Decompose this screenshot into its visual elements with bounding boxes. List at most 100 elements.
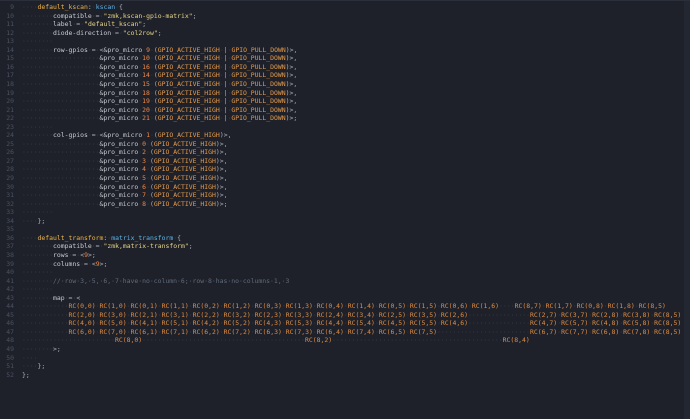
whitespace-marker: ···················· — [22, 105, 100, 114]
whitespace-marker: ···················· — [22, 174, 100, 182]
code-line[interactable]: 42 ········ — [0, 285, 690, 294]
whitespace-marker: ········ — [22, 259, 54, 268]
code-token: RC(5,3) — [285, 319, 313, 328]
code-line[interactable]: 21 ····················&pro_micro·20·(GPI… — [0, 106, 690, 115]
code-line[interactable]: 15 ····················&pro_micro·10·(GPI… — [0, 54, 690, 63]
code-token: >; — [53, 345, 61, 353]
code-line[interactable]: 52}; — [0, 371, 690, 380]
code-line[interactable]: 23 ········ — [0, 123, 690, 132]
code-token: GPIO_PULL_DOWN — [231, 105, 286, 114]
code-line[interactable]: 31 ····················&pro_micro·7·(GPIO… — [0, 191, 690, 200]
code-line[interactable]: 18 ····················&pro_micro·15·(GPI… — [0, 80, 690, 89]
whitespace-marker: ···················· — [22, 182, 100, 191]
code-line[interactable]: 51 ····}; — [0, 362, 690, 371]
code-token: RC(6,3) — [254, 327, 282, 336]
code-line[interactable]: 39 ········columns·=·<9>; — [0, 260, 690, 269]
code-line[interactable]: 19 ····················&pro_micro·18·(GPI… — [0, 89, 690, 98]
code-token: RC(5,7) — [561, 319, 589, 328]
code-editor[interactable]: 9 ····default_kscan:·kscan·{10 ········com… — [0, 0, 690, 419]
code-token: GPIO_PULL_DOWN — [231, 54, 286, 63]
code-line[interactable]: 41 ········//·row·3,·5,·6,·7·have·no·colu… — [0, 277, 690, 286]
code-token: RC(2,3) — [254, 310, 282, 319]
code-line[interactable]: 47 ············RC(6,0)·RC(7,0)·RC(6,1)·RC… — [0, 328, 690, 337]
code-line[interactable]: 48 ························RC(8,0)·······… — [0, 336, 690, 345]
code-token: matrix_transform — [111, 233, 174, 242]
code-token: GPIO_PULL_DOWN — [231, 71, 286, 80]
code-line[interactable]: 13 ········ — [0, 37, 690, 46]
code-token: RC(4,2) — [192, 319, 220, 328]
whitespace-marker: ········ — [22, 11, 54, 20]
code-token: GPIO_ACTIVE_HIGH — [153, 174, 216, 182]
code-token: GPIO_PULL_DOWN — [231, 88, 286, 97]
code-token: GPIO_ACTIVE_HIGH — [157, 105, 220, 114]
code-text: ····················&pro_micro·3·(GPIO_A… — [22, 157, 228, 166]
code-line[interactable]: 10 ········compatible·=·"zmk,kscan-gpio-m… — [0, 12, 690, 21]
whitespace-marker: ········ — [22, 208, 54, 217]
code-token: }; — [37, 362, 46, 371]
code-line[interactable]: 46 ············RC(4,0)·RC(5,0)·RC(4,1)·RC… — [0, 319, 690, 328]
code-line[interactable]: 29 ····················&pro_micro·5·(GPIO… — [0, 174, 690, 183]
whitespace-marker: ········ — [22, 131, 54, 140]
line-number: 15 — [6, 54, 14, 63]
code-line[interactable]: 20 ····················&pro_micro·19·(GPI… — [0, 97, 690, 106]
code-line[interactable]: 44 ············RC(0,0)·RC(1,0)·RC(0,1)·RC… — [0, 302, 690, 311]
code-line[interactable]: 49 ········>; — [0, 345, 690, 354]
code-token: >; — [87, 250, 96, 259]
whitespace-marker: ········ — [22, 37, 54, 46]
code-line[interactable]: 33 ········ — [0, 208, 690, 217]
whitespace-marker: ········ — [22, 28, 54, 37]
line-number: 12 — [6, 28, 14, 37]
code-line[interactable]: 17 ····················&pro_micro·14·(GPI… — [0, 71, 690, 80]
code-token: )>, — [285, 79, 298, 88]
code-line[interactable]: 27 ····················&pro_micro·3·(GPIO… — [0, 157, 690, 166]
line-number: 26 — [6, 148, 14, 157]
code-line[interactable]: 50 ···· — [0, 354, 690, 363]
code-line[interactable]: 45 ············RC(2,0)·RC(3,0)·RC(2,1)·RC… — [0, 311, 690, 320]
code-line[interactable]: 40 ········ — [0, 268, 690, 277]
code-line[interactable]: 38 ········rows·=·<9>; — [0, 251, 690, 260]
code-line[interactable]: 12 ········diode-direction·=·"col2row"; — [0, 29, 690, 38]
code-text: ····················&pro_micro·20·(GPIO_… — [22, 106, 297, 115]
code-line[interactable]: 24 ········col-gpios·=·<&pro_micro·1·(GPI… — [0, 131, 690, 140]
code-line[interactable]: 37 ········compatible·=·"zmk,matrix-trans… — [0, 242, 690, 251]
line-number: 48 — [6, 336, 14, 345]
code-text: ········label·=·"default_kscan"; — [22, 20, 146, 29]
code-line[interactable]: 25 ····················&pro_micro·0·(GPIO… — [0, 140, 690, 149]
code-line[interactable]: 14 ········row-gpios·=·<&pro_micro·9·(GPI… — [0, 46, 690, 55]
code-line[interactable]: 22 ····················&pro_micro·21·(GPI… — [0, 114, 690, 123]
code-line[interactable]: 16 ····················&pro_micro·16·(GPI… — [0, 63, 690, 72]
code-token: RC(8,5) — [654, 327, 682, 336]
scrollbar[interactable] — [684, 1, 690, 419]
code-token: )>, — [215, 191, 228, 200]
code-text: ········map·=·< — [22, 294, 80, 303]
whitespace-marker: ········ — [22, 250, 54, 259]
code-line[interactable]: 43 ········map·=·< — [0, 294, 690, 303]
code-line[interactable]: 32 ····················&pro_micro·8·(GPIO… — [0, 200, 690, 209]
code-token: RC(0,1) — [130, 302, 158, 311]
whitespace-marker: ········································… — [142, 336, 305, 345]
code-token: RC(6,8) — [592, 327, 620, 336]
line-number: 50 — [6, 353, 14, 362]
code-line[interactable]: 35 — [0, 225, 690, 234]
code-token: &pro_micro — [99, 165, 139, 174]
code-text: ········ — [22, 268, 53, 277]
code-line[interactable]: 30 ····················&pro_micro·6·(GPIO… — [0, 183, 690, 192]
code-line[interactable]: 11 ········label·=·"default_kscan"; — [0, 20, 690, 29]
code-token: RC(8,7) — [514, 302, 542, 311]
whitespace-marker: ···················· — [22, 114, 100, 123]
line-number: 44 — [6, 302, 14, 311]
whitespace-marker: ···················· — [22, 148, 100, 157]
code-line[interactable]: 9 ····default_kscan:·kscan·{ — [0, 3, 690, 12]
code-line[interactable]: 36 ····default_transform:·matrix_transfor… — [0, 234, 690, 243]
code-token: label — [53, 20, 73, 29]
code-token: )>, — [285, 105, 298, 114]
code-line[interactable]: 28 ····················&pro_micro·4·(GPIO… — [0, 165, 690, 174]
code-token: 10 — [142, 54, 150, 63]
line-number: 49 — [6, 345, 14, 353]
code-token: RC(5,8) — [623, 319, 651, 328]
code-line[interactable]: 34 ····}; — [0, 217, 690, 226]
code-line[interactable]: 26 ····················&pro_micro·2·(GPIO… — [0, 148, 690, 157]
code-token: RC(8,5) — [654, 319, 682, 328]
code-token: )>, — [215, 165, 228, 174]
code-text: ····················&pro_micro·7·(GPIO_A… — [22, 191, 228, 200]
